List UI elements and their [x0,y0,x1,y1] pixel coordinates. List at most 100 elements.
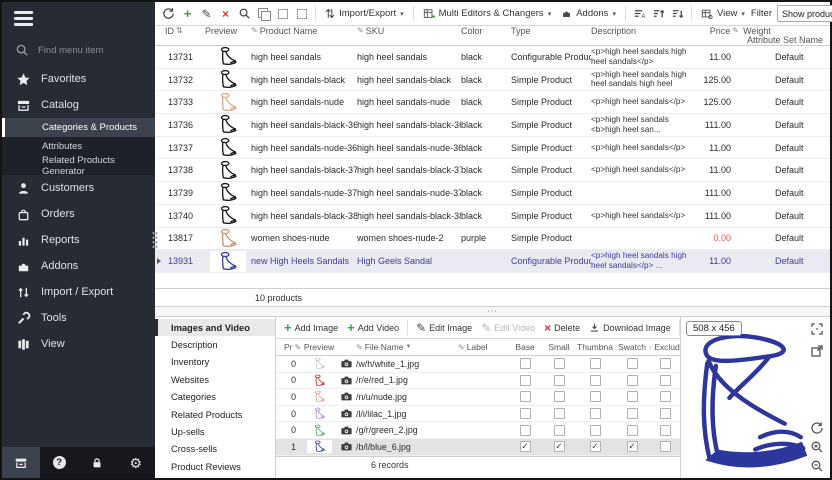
sidebar-item-categories-products[interactable]: Categories & Products [2,118,155,137]
column-header-position[interactable]: Pr✎ [284,342,302,352]
column-header-description[interactable]: Description [591,26,699,36]
column-header-exclude[interactable]: ✎Exclude [650,342,680,352]
tab-inventory[interactable]: Inventory [155,354,275,371]
base-checkbox[interactable] [520,375,531,386]
thumbnail-checkbox[interactable] [590,408,601,419]
column-header-attribute-set[interactable]: Attribute Set Name [743,35,830,45]
panel-splitter-handle[interactable]: ⋯ [155,307,830,316]
small-checkbox[interactable] [554,358,565,369]
checkbox-select-button[interactable] [274,5,291,23]
swatch-checkbox[interactable] [627,408,638,419]
product-row[interactable]: 13731 high heel sandals high heel sandal… [155,46,830,69]
swatch-checkbox[interactable] [627,375,638,386]
marquee-select-button[interactable] [293,5,310,23]
image-row[interactable]: 0 /l/i/lilac_1.jpg [276,406,680,423]
swatch-checkbox[interactable] [627,441,638,452]
base-checkbox[interactable] [520,425,531,436]
multi-editors-menu-button[interactable]: Multi Editors & Changers▾ [419,5,556,23]
exclude-checkbox[interactable] [660,375,671,386]
swatch-checkbox[interactable] [627,358,638,369]
lock-button[interactable] [78,447,116,478]
sort-ascending-button[interactable] [650,5,667,23]
tab-up-sells[interactable]: Up-sells [155,423,275,440]
search-products-button[interactable] [236,5,253,23]
sidebar-splitter-handle[interactable] [152,231,158,249]
help-button[interactable]: ? [40,447,78,478]
image-row[interactable]: 0 /g/r/green_2.jpg [276,422,680,439]
tab-categories[interactable]: Categories [155,389,275,406]
tab-images-and-video[interactable]: Images and Video [155,319,275,336]
tab-description[interactable]: Description [155,336,275,353]
delete-image-button[interactable]: ×Delete [540,319,584,336]
tab-related-products[interactable]: Related Products [155,406,275,423]
add-image-button[interactable]: +Add Image [280,319,342,336]
product-row[interactable]: 13732 high heel sandals-black high heel … [155,69,830,92]
thumbnail-checkbox[interactable] [590,391,601,402]
category-filter-select[interactable]: Show products from selected categories▾ [777,5,832,22]
product-row[interactable]: 13738 high heel sandals-black-37 high he… [155,159,830,182]
sort-alpha-button[interactable]: A [631,5,648,23]
column-header-weight[interactable]: Weight [743,26,771,36]
product-row[interactable]: 13739 high heel sandals-nude-37 high hee… [155,182,830,205]
product-row[interactable]: 13740 high heel sandals-black-38 high he… [155,205,830,228]
addons-menu-button[interactable]: Addons▾ [557,5,620,23]
delete-product-button[interactable]: × [217,5,234,23]
exclude-checkbox[interactable] [660,425,671,436]
edit-image-button[interactable]: ✎Edit Image [412,319,476,336]
column-header-label[interactable]: ✎Label [458,342,508,352]
duplicate-button[interactable] [255,5,272,23]
thumbnail-checkbox[interactable] [590,375,601,386]
small-checkbox[interactable] [554,408,565,419]
zoom-in-button[interactable] [810,440,825,455]
edit-video-button[interactable]: ✎Edit Video [477,319,539,336]
tab-cross-sells[interactable]: Cross-sells [155,441,275,458]
open-external-button[interactable] [810,344,825,359]
fit-to-screen-button[interactable] [810,322,825,337]
menu-search[interactable] [2,36,155,66]
sidebar-item-attributes[interactable]: Attributes [2,137,155,156]
product-row[interactable]: 13817 women shoes-nude women shoes-nude-… [155,228,830,251]
column-header-color[interactable]: Color [461,26,511,36]
image-row[interactable]: 0 /n/u/nude.jpg [276,389,680,406]
sidebar-item-tools[interactable]: Tools [2,305,155,331]
base-checkbox[interactable] [520,391,531,402]
product-row[interactable]: 13736 high heel sandals-black-36 high he… [155,114,830,137]
sidebar-item-reports[interactable]: Reports [2,227,155,253]
tab-websites[interactable]: Websites [155,371,275,388]
base-checkbox[interactable] [520,358,531,369]
small-checkbox[interactable] [554,441,565,452]
sidebar-item-favorites[interactable]: Favorites [2,66,155,92]
column-header-type[interactable]: Type [511,26,591,36]
base-checkbox[interactable] [520,441,531,452]
column-header-swatch[interactable]: Swatch [614,342,650,352]
rotate-image-button[interactable] [810,421,825,436]
product-row[interactable]: 13737 high heel sandals-nude-36 high hee… [155,137,830,160]
exclude-checkbox[interactable] [660,408,671,419]
column-header-small[interactable]: Small [542,342,576,352]
small-checkbox[interactable] [554,375,565,386]
thumbnail-checkbox[interactable] [590,441,601,452]
sidebar-item-addons[interactable]: Addons [2,253,155,279]
product-row[interactable]: 13931 new High Heels Sandals High Geels … [155,250,830,273]
add-video-button[interactable]: +Add Video [343,319,403,336]
sidebar-item-orders[interactable]: Orders [2,201,155,227]
sort-descending-button[interactable] [669,5,686,23]
image-row[interactable]: 0 /r/e/red_1.jpg [276,373,680,390]
column-header-product-name[interactable]: ✎Product Name [251,26,357,36]
column-header-id[interactable]: ID⇅ [165,26,205,36]
exclude-checkbox[interactable] [660,391,671,402]
column-header-img-preview[interactable]: Preview [302,342,336,352]
swatch-checkbox[interactable] [627,425,638,436]
thumbnail-checkbox[interactable] [590,425,601,436]
download-image-button[interactable]: Download Image [585,319,675,336]
column-header-thumbnail[interactable]: Thumbna [576,342,614,352]
tab-product-reviews[interactable]: Product Reviews [155,458,275,475]
add-product-button[interactable]: + [179,5,196,23]
image-row[interactable]: 1 /b/l/blue_6.jpg [276,439,680,456]
exclude-checkbox[interactable] [660,358,671,369]
image-row[interactable]: 0 /w/h/white_1.jpg [276,356,680,373]
exclude-checkbox[interactable] [660,441,671,452]
store-icon-button[interactable] [2,447,40,478]
product-row[interactable]: 13733 high heel sandals-nude high heel s… [155,91,830,114]
column-header-price[interactable]: Price✎ [699,26,743,36]
